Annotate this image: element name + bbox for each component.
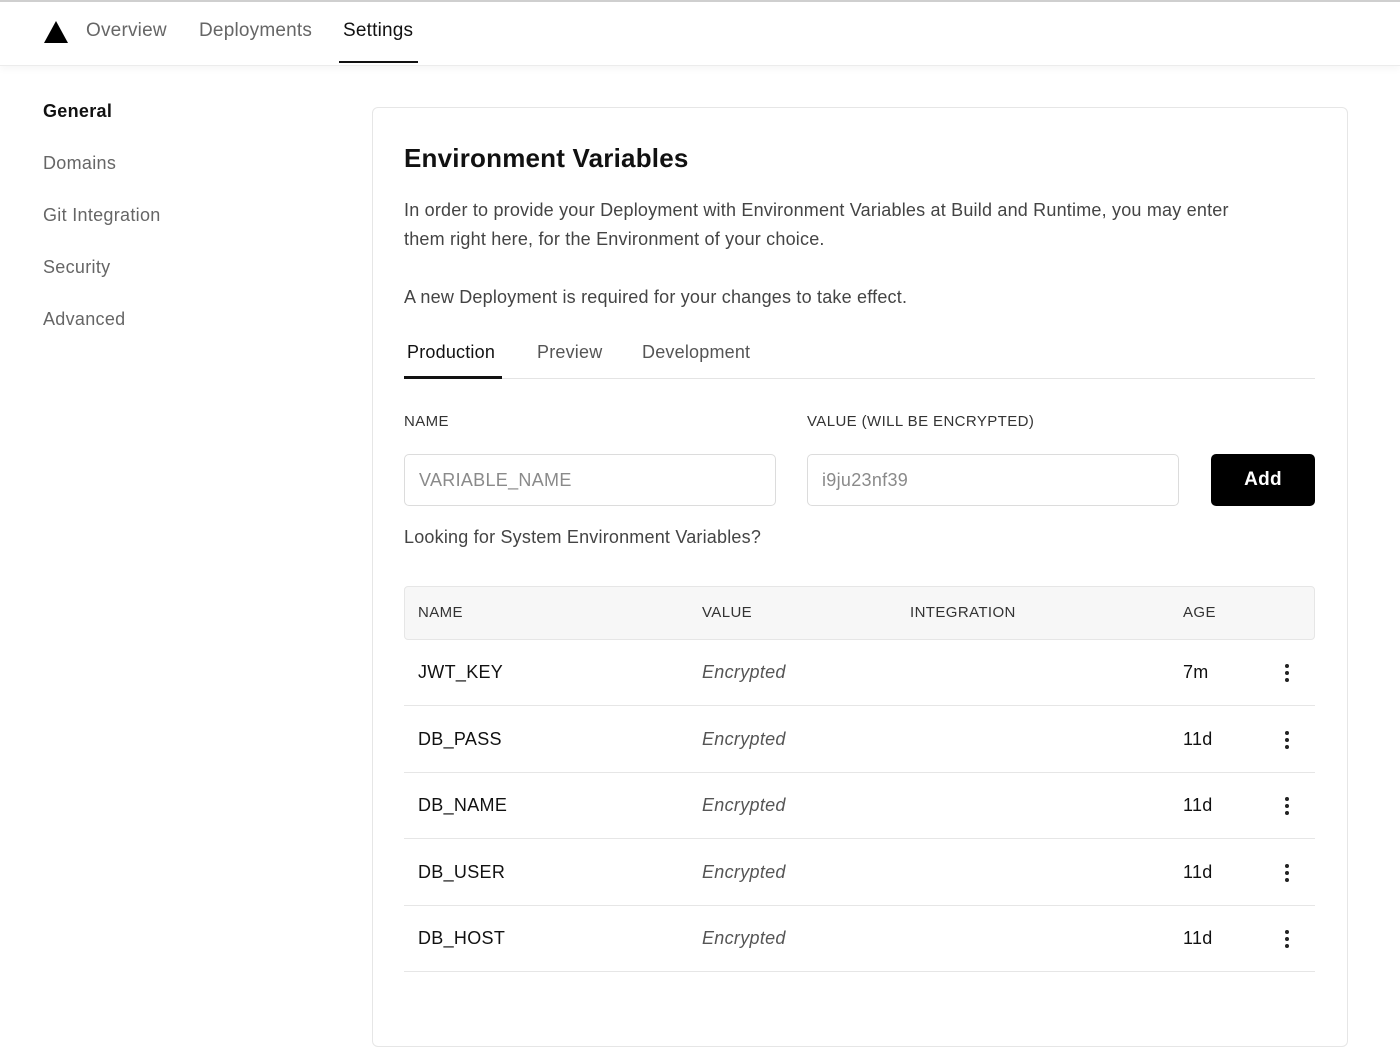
column-header-name: NAME [418, 604, 463, 621]
row-age: 11d [1183, 928, 1213, 948]
row-name: DB_USER [418, 862, 506, 882]
active-tab-indicator [339, 61, 418, 63]
table-row[interactable]: DB_HOST Encrypted 11d [404, 906, 1315, 972]
row-value: Encrypted [702, 729, 786, 749]
description-line-2: them right here, for the Environment of … [404, 229, 825, 249]
tab-deployments[interactable]: Deployments [199, 20, 312, 42]
sidebar-item-git-integration[interactable]: Git Integration [43, 205, 161, 226]
variable-value-input[interactable] [807, 454, 1179, 506]
kebab-menu-icon[interactable] [1277, 662, 1297, 686]
kebab-menu-icon[interactable] [1277, 928, 1297, 952]
column-header-age: AGE [1183, 604, 1216, 621]
system-env-vars-link[interactable]: Looking for System Environment Variables… [404, 527, 761, 548]
row-value: Encrypted [702, 662, 786, 682]
column-header-integration: INTEGRATION [910, 604, 1016, 621]
description-line-1: In order to provide your Deployment with… [404, 200, 1229, 220]
tab-settings[interactable]: Settings [343, 20, 413, 42]
value-field-label: VALUE (WILL BE ENCRYPTED) [807, 413, 1035, 430]
tab-production[interactable]: Production [407, 342, 495, 363]
redeploy-notice: A new Deployment is required for your ch… [404, 287, 908, 307]
table-header [404, 586, 1315, 640]
row-name: JWT_KEY [418, 662, 504, 682]
row-age: 11d [1183, 729, 1213, 749]
kebab-menu-icon[interactable] [1277, 862, 1297, 886]
tab-preview[interactable]: Preview [537, 342, 602, 363]
env-tabs-divider [404, 378, 1315, 379]
name-field-label: NAME [404, 413, 449, 430]
row-name: DB_NAME [418, 795, 508, 815]
row-name: DB_PASS [418, 729, 502, 749]
row-age: 7m [1183, 662, 1209, 682]
variable-name-input[interactable] [404, 454, 776, 506]
row-value: Encrypted [702, 862, 786, 882]
env-active-tab-indicator [404, 376, 502, 379]
row-name: DB_HOST [418, 928, 506, 948]
table-row[interactable]: DB_PASS Encrypted 11d [404, 707, 1315, 773]
tab-development[interactable]: Development [642, 342, 750, 363]
kebab-menu-icon[interactable] [1277, 795, 1297, 819]
card-title: Environment Variables [404, 143, 689, 173]
sidebar-item-advanced[interactable]: Advanced [43, 309, 125, 330]
add-variable-button[interactable]: Add [1211, 454, 1315, 506]
row-value: Encrypted [702, 928, 786, 948]
tab-overview[interactable]: Overview [86, 20, 167, 42]
sidebar-item-general[interactable]: General [43, 101, 112, 122]
row-value: Encrypted [702, 795, 786, 815]
column-header-value: VALUE [702, 604, 753, 621]
kebab-menu-icon[interactable] [1277, 729, 1297, 753]
sidebar-item-security[interactable]: Security [43, 257, 110, 278]
table-row[interactable]: JWT_KEY Encrypted 7m [404, 640, 1315, 706]
sidebar-item-domains[interactable]: Domains [43, 153, 116, 174]
row-age: 11d [1183, 862, 1213, 882]
row-age: 11d [1183, 795, 1213, 815]
table-row[interactable]: DB_USER Encrypted 11d [404, 840, 1315, 906]
triangle-logo-icon[interactable] [43, 20, 69, 44]
table-row[interactable]: DB_NAME Encrypted 11d [404, 773, 1315, 839]
